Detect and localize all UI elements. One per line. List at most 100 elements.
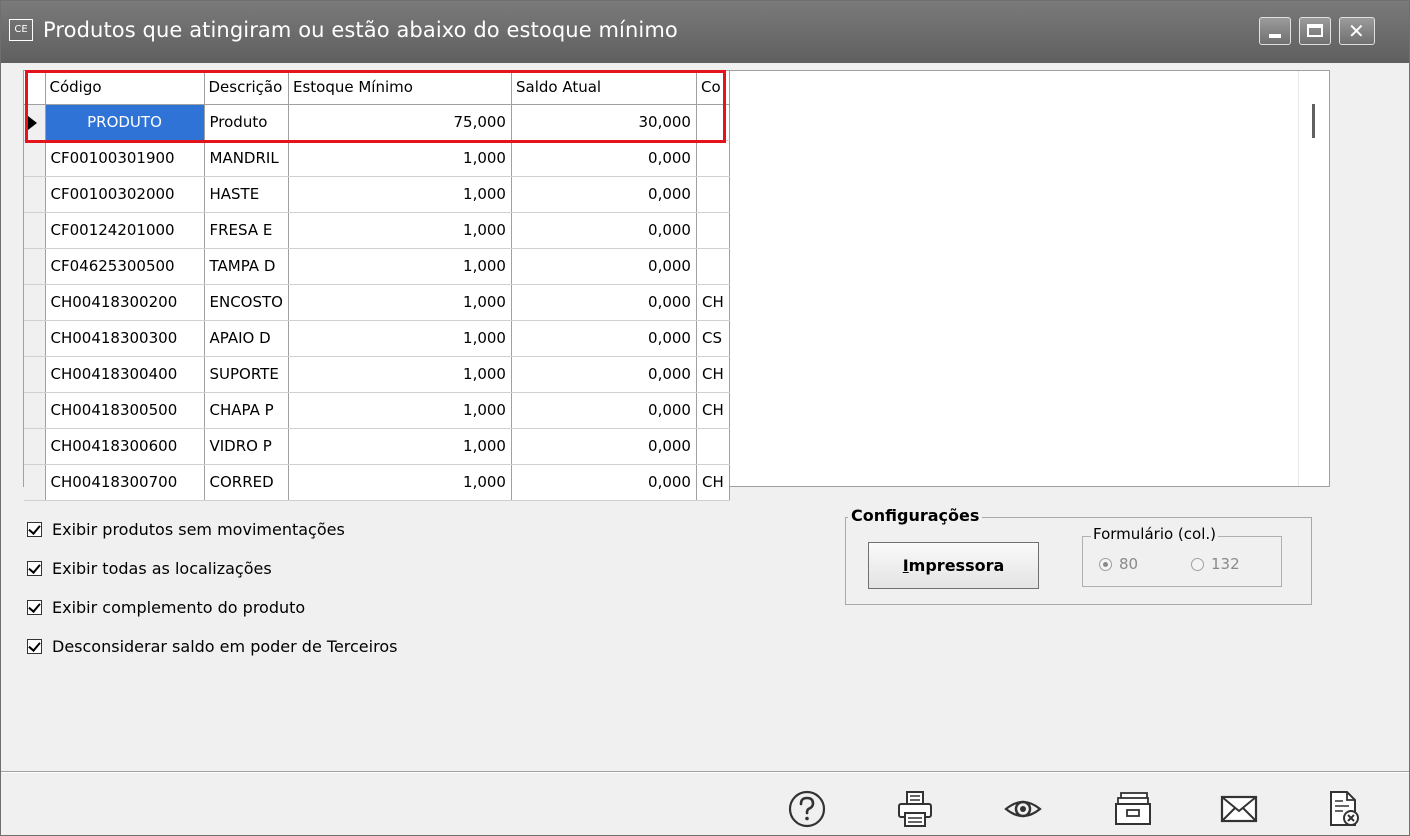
cell-descricao[interactable]: SUPORTE (204, 356, 289, 393)
help-icon[interactable] (787, 789, 827, 829)
checkbox[interactable] (27, 600, 42, 615)
row-indicator[interactable] (24, 212, 46, 249)
cell-estoque-minimo[interactable]: 1,000 (288, 428, 512, 465)
cell-descricao[interactable]: VIDRO P (204, 428, 289, 465)
cell-saldo-atual[interactable]: 0,000 (511, 140, 697, 177)
cell-estoque-minimo[interactable]: 1,000 (288, 140, 512, 177)
cell-co[interactable]: CH (696, 284, 730, 321)
cell-codigo[interactable]: CH00418300300 (45, 320, 205, 357)
radio-132[interactable]: 132 (1191, 555, 1240, 573)
close-button[interactable]: ✕ (1339, 17, 1375, 45)
checkbox[interactable] (27, 639, 42, 654)
radio-80-indicator[interactable] (1099, 557, 1112, 571)
cell-estoque-minimo[interactable]: 1,000 (288, 392, 512, 429)
checkbox-label[interactable]: Exibir produtos sem movimentações (52, 520, 345, 539)
cell-descricao[interactable]: CHAPA P (204, 392, 289, 429)
cell-saldo-atual[interactable]: 0,000 (511, 248, 697, 285)
cell-saldo-atual[interactable]: 0,000 (511, 392, 697, 429)
cell-codigo[interactable]: CF00124201000 (45, 212, 205, 249)
cell-estoque-minimo[interactable]: 1,000 (288, 464, 512, 501)
row-indicator[interactable] (24, 248, 46, 285)
option-checkbox-row[interactable]: Exibir todas as localizações (27, 549, 397, 588)
cell-codigo[interactable]: PRODUTO (45, 104, 205, 141)
column-header-saldo-atual[interactable]: Saldo Atual (511, 71, 697, 105)
column-header-estoque-minimo[interactable]: Estoque Mínimo (288, 71, 512, 105)
table-row[interactable]: CF00124201000 FRESA E 1,000 0,000 (24, 212, 730, 249)
table-row[interactable]: CH00418300200 ENCOSTO 1,000 0,000 CH (24, 284, 730, 321)
cell-codigo[interactable]: CF00100301900 (45, 140, 205, 177)
close-document-icon[interactable] (1323, 789, 1363, 829)
cell-saldo-atual[interactable]: 0,000 (511, 212, 697, 249)
cell-estoque-minimo[interactable]: 75,000 (288, 104, 512, 141)
cell-descricao[interactable]: MANDRIL (204, 140, 289, 177)
cell-estoque-minimo[interactable]: 1,000 (288, 284, 512, 321)
cell-descricao[interactable]: TAMPA D (204, 248, 289, 285)
maximize-button[interactable] (1299, 17, 1331, 45)
cell-estoque-minimo[interactable]: 1,000 (288, 356, 512, 393)
cell-co[interactable]: CH (696, 464, 730, 501)
row-indicator[interactable] (24, 320, 46, 357)
cell-saldo-atual[interactable]: 0,000 (511, 428, 697, 465)
cell-co[interactable]: CH (696, 356, 730, 393)
cell-codigo[interactable]: CH00418300700 (45, 464, 205, 501)
option-checkbox-row[interactable]: Exibir produtos sem movimentações (27, 510, 397, 549)
print-icon[interactable] (895, 789, 935, 829)
row-indicator[interactable] (24, 428, 46, 465)
table-row[interactable]: CF00100301900 MANDRIL 1,000 0,000 (24, 140, 730, 177)
minimize-button[interactable] (1259, 17, 1291, 45)
table-row[interactable]: CH00418300700 CORRED 1,000 0,000 CH (24, 464, 730, 501)
row-indicator[interactable] (24, 464, 46, 501)
cell-descricao[interactable]: ENCOSTO (204, 284, 289, 321)
cell-co[interactable] (696, 104, 730, 141)
cell-saldo-atual[interactable]: 0,000 (511, 284, 697, 321)
table-row[interactable]: CH00418300600 VIDRO P 1,000 0,000 (24, 428, 730, 465)
column-header-codigo[interactable]: Código (45, 71, 205, 105)
cell-codigo[interactable]: CH00418300400 (45, 356, 205, 393)
folder-icon[interactable] (1113, 789, 1153, 829)
cell-co[interactable] (696, 212, 730, 249)
column-header-descricao[interactable]: Descrição (204, 71, 289, 105)
cell-estoque-minimo[interactable]: 1,000 (288, 176, 512, 213)
checkbox-label[interactable]: Exibir complemento do produto (52, 598, 305, 617)
option-checkbox-row[interactable]: Exibir complemento do produto (27, 588, 397, 627)
radio-132-indicator[interactable] (1191, 557, 1204, 571)
cell-estoque-minimo[interactable]: 1,000 (288, 320, 512, 357)
cell-codigo[interactable]: CH00418300200 (45, 284, 205, 321)
checkbox[interactable] (27, 561, 42, 576)
cell-saldo-atual[interactable]: 0,000 (511, 176, 697, 213)
cell-descricao[interactable]: FRESA E (204, 212, 289, 249)
cell-co[interactable] (696, 248, 730, 285)
checkbox[interactable] (27, 522, 42, 537)
vertical-scrollbar[interactable] (1298, 71, 1329, 486)
row-indicator[interactable] (24, 104, 46, 141)
cell-saldo-atual[interactable]: 0,000 (511, 320, 697, 357)
table-row[interactable]: CH00418300400 SUPORTE 1,000 0,000 CH (24, 356, 730, 393)
scrollbar-thumb[interactable] (1312, 104, 1315, 138)
printer-button[interactable]: Impressora (868, 542, 1039, 589)
cell-co[interactable]: CS (696, 320, 730, 357)
row-indicator[interactable] (24, 392, 46, 429)
email-icon[interactable] (1219, 789, 1259, 829)
row-indicator[interactable] (24, 176, 46, 213)
radio-80[interactable]: 80 (1099, 555, 1138, 573)
table-row[interactable]: CH00418300300 APAIO D 1,000 0,000 CS (24, 320, 730, 357)
table-row[interactable]: CF00100302000 HASTE 1,000 0,000 (24, 176, 730, 213)
row-indicator[interactable] (24, 284, 46, 321)
cell-saldo-atual[interactable]: 0,000 (511, 356, 697, 393)
checkbox-label[interactable]: Exibir todas as localizações (52, 559, 272, 578)
cell-co[interactable] (696, 176, 730, 213)
cell-co[interactable] (696, 140, 730, 177)
cell-saldo-atual[interactable]: 30,000 (511, 104, 697, 141)
cell-co[interactable]: CH (696, 392, 730, 429)
cell-saldo-atual[interactable]: 0,000 (511, 464, 697, 501)
cell-codigo[interactable]: CH00418300500 (45, 392, 205, 429)
cell-descricao[interactable]: APAIO D (204, 320, 289, 357)
checkbox-label[interactable]: Desconsiderar saldo em poder de Terceiro… (52, 637, 397, 656)
row-indicator[interactable] (24, 356, 46, 393)
column-header-co[interactable]: Co (696, 71, 730, 105)
cell-descricao[interactable]: Produto (204, 104, 289, 141)
cell-co[interactable] (696, 428, 730, 465)
cell-estoque-minimo[interactable]: 1,000 (288, 248, 512, 285)
table-row[interactable]: CF04625300500 TAMPA D 1,000 0,000 (24, 248, 730, 285)
cell-codigo[interactable]: CF04625300500 (45, 248, 205, 285)
